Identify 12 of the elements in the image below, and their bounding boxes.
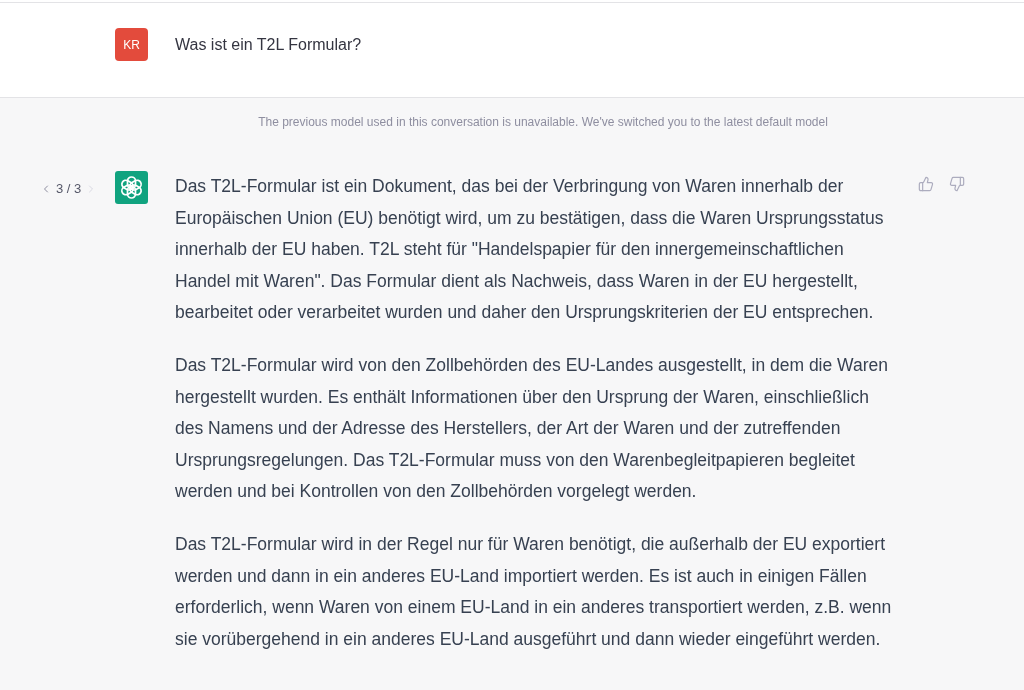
answer-paragraph: Das T2L-Formular wird von den Zollbehörden des EU-Landes ausgestellt, in dem die Waren hergestellt wurden. Es enthält Informationen über den Ursprung der Waren, einschließlich des Namens und der Adresse des Herstellers, der Art der Waren und der zutreffenden Ursprungsregelungen. Das T2L-Formular muss von den Warenbegleitpapieren begleitet werden und bei Kontrollen von den Zollbehörden vorgelegt werden. — [175, 354, 889, 503]
user-avatar: KR — [115, 28, 148, 61]
user-question: Was ist ein T2L Formular? — [175, 35, 362, 55]
knot-logo-icon — [115, 171, 148, 204]
answer-paragraph: Das T2L-Formular wird in der Regel nur für Waren benötigt, die außerhalb der EU exportiert werden und dann in ein anderes EU-Land importiert werden. Es ist auch in einigen Fällen erforderlich, wenn Waren von einem EU-Land in ein anderes transportiert werden, z.B. wenn sie vorübergehend in ein anderes EU-Land ausgeführt und dann wieder eingeführt werden. — [175, 533, 893, 651]
answer-paragraph: Das T2L-Formular ist ein Dokument, das bei der Verbringung von Waren innerhalb der Europäischen Union (EU) benötigt wird, um zu bestätigen, dass die Waren Ursprungsstatus innerhalb der EU haben. T2L steht für "Handelspapier für den innergemeinschaftlichen Handel mit Waren". Das Formular dient als Nachweis, dass Waren in der EU hergestellt, bearbeitet oder verarbeitet wurden und daher den Ursprungskriterien der EU entsprechen. — [175, 175, 885, 324]
thumbs-down-button[interactable] — [949, 176, 965, 192]
pagination-label: 3 / 3 — [56, 180, 82, 198]
model-notice: The previous model used in this conversation is unavailable. We've switched you to the latest default model — [258, 114, 828, 131]
thumbs-up-icon — [918, 176, 934, 192]
thumbs-up-button[interactable] — [918, 176, 934, 192]
thumbs-down-icon — [949, 176, 965, 192]
